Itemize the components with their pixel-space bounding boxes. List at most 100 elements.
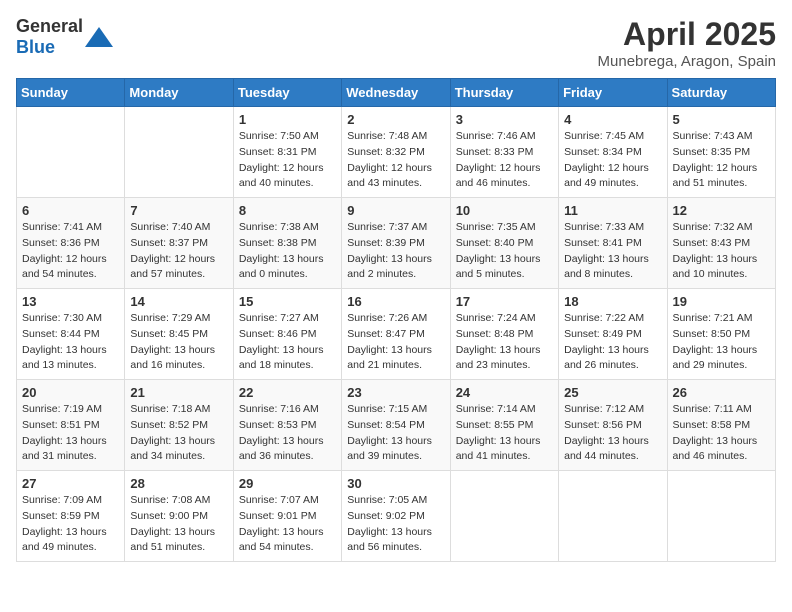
day-info: Sunrise: 7:12 AM Sunset: 8:56 PM Dayligh… [564, 402, 661, 465]
day-number: 23 [347, 385, 444, 400]
day-number: 22 [239, 385, 336, 400]
day-number: 3 [456, 112, 553, 127]
day-number: 24 [456, 385, 553, 400]
calendar-cell [450, 471, 558, 562]
day-number: 19 [673, 294, 770, 309]
day-header-tuesday: Tuesday [233, 79, 341, 107]
day-number: 14 [130, 294, 227, 309]
calendar-cell: 20 Sunrise: 7:19 AM Sunset: 8:51 PM Dayli… [17, 380, 125, 471]
day-number: 27 [22, 476, 119, 491]
day-number: 25 [564, 385, 661, 400]
calendar-cell [17, 107, 125, 198]
day-number: 20 [22, 385, 119, 400]
day-number: 11 [564, 203, 661, 218]
calendar-week-4: 27 Sunrise: 7:09 AM Sunset: 8:59 PM Dayli… [17, 471, 776, 562]
calendar-cell: 19 Sunrise: 7:21 AM Sunset: 8:50 PM Dayli… [667, 289, 775, 380]
calendar-cell: 28 Sunrise: 7:08 AM Sunset: 9:00 PM Dayli… [125, 471, 233, 562]
calendar-cell: 9 Sunrise: 7:37 AM Sunset: 8:39 PM Daylig… [342, 198, 450, 289]
logo-text: General Blue [16, 16, 83, 58]
day-header-sunday: Sunday [17, 79, 125, 107]
day-info: Sunrise: 7:45 AM Sunset: 8:34 PM Dayligh… [564, 129, 661, 192]
calendar-cell: 29 Sunrise: 7:07 AM Sunset: 9:01 PM Dayli… [233, 471, 341, 562]
calendar-cell: 4 Sunrise: 7:45 AM Sunset: 8:34 PM Daylig… [559, 107, 667, 198]
calendar-cell: 5Sunrise: 7:43 AM Sunset: 8:35 PM Daylig… [667, 107, 775, 198]
day-info: Sunrise: 7:18 AM Sunset: 8:52 PM Dayligh… [130, 402, 227, 465]
calendar-cell: 7Sunrise: 7:40 AM Sunset: 8:37 PM Daylig… [125, 198, 233, 289]
day-info: Sunrise: 7:09 AM Sunset: 8:59 PM Dayligh… [22, 493, 119, 556]
calendar-week-0: 1Sunrise: 7:50 AM Sunset: 8:31 PM Daylig… [17, 107, 776, 198]
day-header-thursday: Thursday [450, 79, 558, 107]
logo: General Blue [16, 16, 113, 58]
calendar-cell: 1Sunrise: 7:50 AM Sunset: 8:31 PM Daylig… [233, 107, 341, 198]
day-info: Sunrise: 7:16 AM Sunset: 8:53 PM Dayligh… [239, 402, 336, 465]
calendar-cell [559, 471, 667, 562]
calendar-cell: 26Sunrise: 7:11 AM Sunset: 8:58 PM Dayli… [667, 380, 775, 471]
day-number: 4 [564, 112, 661, 127]
calendar-cell: 3 Sunrise: 7:46 AM Sunset: 8:33 PM Daylig… [450, 107, 558, 198]
day-info: Sunrise: 7:43 AM Sunset: 8:35 PM Dayligh… [673, 129, 770, 192]
month-title: April 2025 [598, 16, 776, 53]
day-number: 21 [130, 385, 227, 400]
day-number: 13 [22, 294, 119, 309]
day-number: 9 [347, 203, 444, 218]
calendar-cell: 10 Sunrise: 7:35 AM Sunset: 8:40 PM Dayli… [450, 198, 558, 289]
calendar-cell [125, 107, 233, 198]
day-info: Sunrise: 7:41 AM Sunset: 8:36 PM Dayligh… [22, 220, 119, 283]
calendar-cell [667, 471, 775, 562]
day-number: 16 [347, 294, 444, 309]
day-info: Sunrise: 7:14 AM Sunset: 8:55 PM Dayligh… [456, 402, 553, 465]
day-header-wednesday: Wednesday [342, 79, 450, 107]
day-info: Sunrise: 7:15 AM Sunset: 8:54 PM Dayligh… [347, 402, 444, 465]
day-info: Sunrise: 7:30 AM Sunset: 8:44 PM Dayligh… [22, 311, 119, 374]
day-info: Sunrise: 7:27 AM Sunset: 8:46 PM Dayligh… [239, 311, 336, 374]
calendar-cell: 16 Sunrise: 7:26 AM Sunset: 8:47 PM Dayli… [342, 289, 450, 380]
day-number: 17 [456, 294, 553, 309]
title-block: April 2025 Munebrega, Aragon, Spain [598, 16, 776, 70]
day-info: Sunrise: 7:24 AM Sunset: 8:48 PM Dayligh… [456, 311, 553, 374]
calendar-cell: 8Sunrise: 7:38 AM Sunset: 8:38 PM Daylig… [233, 198, 341, 289]
calendar-week-1: 6 Sunrise: 7:41 AM Sunset: 8:36 PM Daylig… [17, 198, 776, 289]
day-number: 29 [239, 476, 336, 491]
calendar-cell: 17 Sunrise: 7:24 AM Sunset: 8:48 PM Dayli… [450, 289, 558, 380]
day-info: Sunrise: 7:26 AM Sunset: 8:47 PM Dayligh… [347, 311, 444, 374]
day-number: 18 [564, 294, 661, 309]
day-number: 6 [22, 203, 119, 218]
calendar-cell: 13 Sunrise: 7:30 AM Sunset: 8:44 PM Dayli… [17, 289, 125, 380]
calendar-week-3: 20 Sunrise: 7:19 AM Sunset: 8:51 PM Dayli… [17, 380, 776, 471]
calendar-cell: 21 Sunrise: 7:18 AM Sunset: 8:52 PM Dayli… [125, 380, 233, 471]
day-info: Sunrise: 7:19 AM Sunset: 8:51 PM Dayligh… [22, 402, 119, 465]
day-number: 2 [347, 112, 444, 127]
day-info: Sunrise: 7:22 AM Sunset: 8:49 PM Dayligh… [564, 311, 661, 374]
calendar-cell: 24 Sunrise: 7:14 AM Sunset: 8:55 PM Dayli… [450, 380, 558, 471]
calendar-week-2: 13 Sunrise: 7:30 AM Sunset: 8:44 PM Dayli… [17, 289, 776, 380]
logo-icon [85, 27, 113, 47]
day-header-saturday: Saturday [667, 79, 775, 107]
day-info: Sunrise: 7:29 AM Sunset: 8:45 PM Dayligh… [130, 311, 227, 374]
calendar-header-row: SundayMondayTuesdayWednesdayThursdayFrid… [17, 79, 776, 107]
day-info: Sunrise: 7:46 AM Sunset: 8:33 PM Dayligh… [456, 129, 553, 192]
day-info: Sunrise: 7:48 AM Sunset: 8:32 PM Dayligh… [347, 129, 444, 192]
day-info: Sunrise: 7:07 AM Sunset: 9:01 PM Dayligh… [239, 493, 336, 556]
calendar-cell: 30 Sunrise: 7:05 AM Sunset: 9:02 PM Dayli… [342, 471, 450, 562]
day-info: Sunrise: 7:08 AM Sunset: 9:00 PM Dayligh… [130, 493, 227, 556]
calendar-table: SundayMondayTuesdayWednesdayThursdayFrid… [16, 78, 776, 562]
day-info: Sunrise: 7:33 AM Sunset: 8:41 PM Dayligh… [564, 220, 661, 283]
day-number: 30 [347, 476, 444, 491]
calendar-cell: 14 Sunrise: 7:29 AM Sunset: 8:45 PM Dayli… [125, 289, 233, 380]
day-number: 28 [130, 476, 227, 491]
day-number: 10 [456, 203, 553, 218]
day-info: Sunrise: 7:35 AM Sunset: 8:40 PM Dayligh… [456, 220, 553, 283]
calendar-cell: 27 Sunrise: 7:09 AM Sunset: 8:59 PM Dayli… [17, 471, 125, 562]
day-number: 12 [673, 203, 770, 218]
day-info: Sunrise: 7:21 AM Sunset: 8:50 PM Dayligh… [673, 311, 770, 374]
page-header: General Blue April 2025 Munebrega, Arago… [16, 16, 776, 70]
logo-blue: Blue [16, 37, 55, 57]
calendar-cell: 15Sunrise: 7:27 AM Sunset: 8:46 PM Dayli… [233, 289, 341, 380]
day-info: Sunrise: 7:05 AM Sunset: 9:02 PM Dayligh… [347, 493, 444, 556]
logo-general: General [16, 16, 83, 36]
calendar-cell: 23 Sunrise: 7:15 AM Sunset: 8:54 PM Dayli… [342, 380, 450, 471]
day-info: Sunrise: 7:40 AM Sunset: 8:37 PM Dayligh… [130, 220, 227, 283]
day-info: Sunrise: 7:50 AM Sunset: 8:31 PM Dayligh… [239, 129, 336, 192]
calendar-cell: 22 Sunrise: 7:16 AM Sunset: 8:53 PM Dayli… [233, 380, 341, 471]
day-info: Sunrise: 7:37 AM Sunset: 8:39 PM Dayligh… [347, 220, 444, 283]
